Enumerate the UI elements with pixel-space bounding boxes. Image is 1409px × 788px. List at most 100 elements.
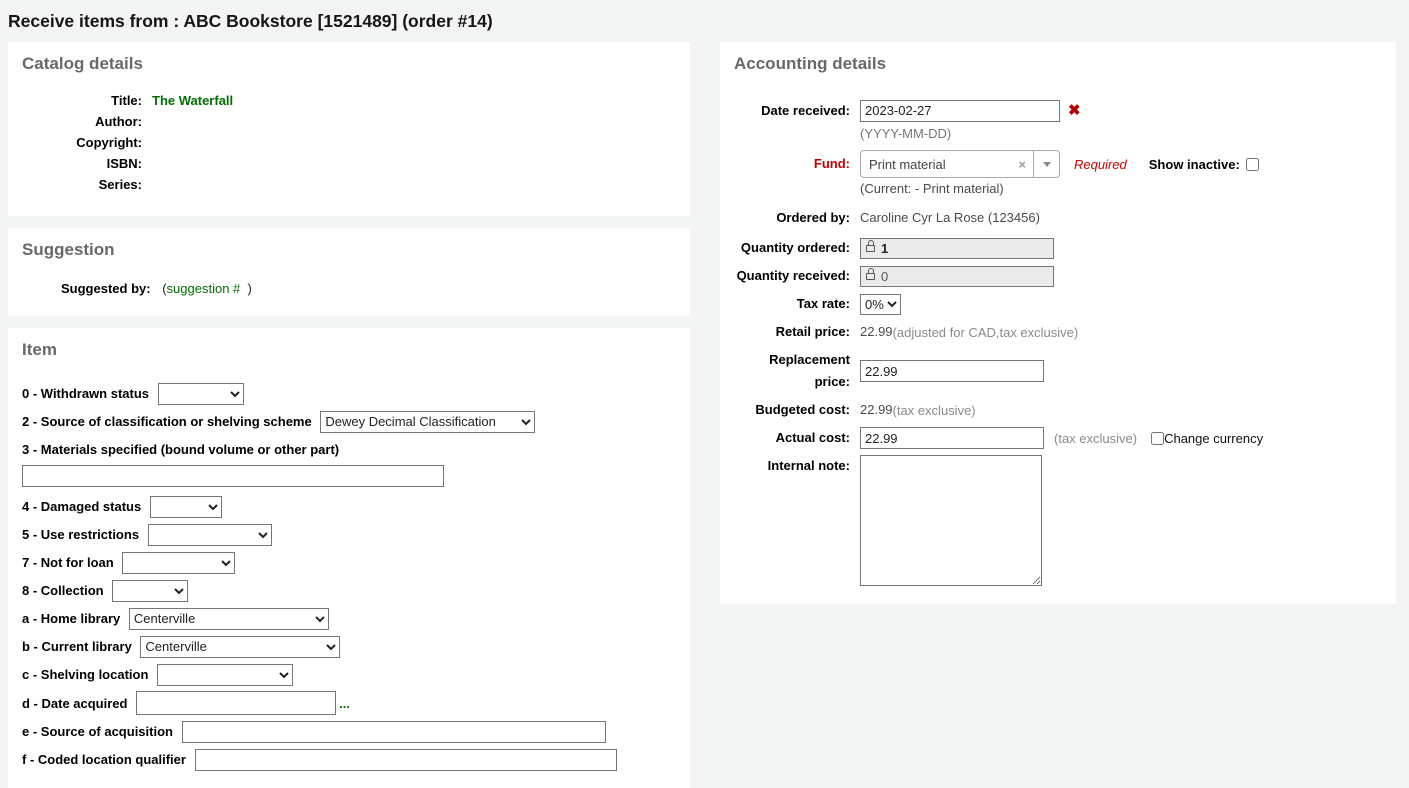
chevron-down-icon xyxy=(1043,162,1051,167)
item-row-current-library: b - Current library Centerville xyxy=(22,635,676,658)
home-library-select[interactable]: Centerville xyxy=(129,608,329,630)
series-label: Series: xyxy=(22,174,142,195)
item-row-source-acquisition: e - Source of acquisition xyxy=(22,720,676,743)
actual-cost-input[interactable] xyxy=(860,427,1044,449)
actual-cost-note: (tax exclusive) xyxy=(1054,431,1137,446)
catalog-row-author: Author: xyxy=(22,111,676,132)
item-row-damaged: 4 - Damaged status xyxy=(22,495,676,518)
source-of-acquisition-input[interactable] xyxy=(182,721,606,743)
fund-dropdown-arrow-box[interactable] xyxy=(1033,151,1059,177)
item-row-classification: 2 - Source of classification or shelving… xyxy=(22,410,676,433)
tax-rate-row: Tax rate: 0% xyxy=(734,293,1382,315)
fund-clear-icon[interactable]: × xyxy=(1011,157,1033,172)
item-row-shelving-location: c - Shelving location xyxy=(22,663,676,686)
ordered-by-label: Ordered by: xyxy=(734,207,850,229)
item-row-home-library: a - Home library Centerville xyxy=(22,607,676,630)
suggestion-heading: Suggestion xyxy=(22,240,676,260)
tax-rate-label: Tax rate: xyxy=(734,293,850,315)
main-columns: Catalog details Title: The Waterfall Aut… xyxy=(0,42,1409,788)
internal-note-label: Internal note: xyxy=(734,455,850,477)
item-row-withdrawn: 0 - Withdrawn status xyxy=(22,382,676,405)
actual-cost-label: Actual cost: xyxy=(734,427,850,449)
fund-row: Fund: Print material × Required Show ina… xyxy=(734,150,1382,178)
damaged-status-label: 4 - Damaged status xyxy=(22,499,141,514)
catalog-row-series: Series: xyxy=(22,174,676,195)
classification-select[interactable]: Dewey Decimal Classification xyxy=(320,411,535,433)
actual-cost-row: Actual cost: (tax exclusive) Change curr… xyxy=(734,427,1382,449)
collection-select[interactable] xyxy=(112,580,188,602)
item-row-coded-location: f - Coded location qualifier xyxy=(22,748,676,771)
suggested-by-label: Suggested by: xyxy=(61,281,151,296)
quantity-received-input: 0 xyxy=(860,266,1054,287)
fund-select[interactable]: Print material × xyxy=(860,150,1060,178)
coded-location-qualifier-label: f - Coded location qualifier xyxy=(22,752,186,767)
retail-price-label: Retail price: xyxy=(734,321,850,343)
catalog-rows: Title: The Waterfall Author: Copyright: … xyxy=(22,90,676,195)
retail-price-note: (adjusted for CAD,tax exclusive) xyxy=(893,325,1079,340)
replacement-price-input[interactable] xyxy=(860,360,1044,382)
right-column: Accounting details Date received: ✖ (YYY… xyxy=(720,42,1396,604)
catalog-row-copyright: Copyright: xyxy=(22,132,676,153)
budgeted-cost-label: Budgeted cost: xyxy=(734,399,850,421)
isbn-label: ISBN: xyxy=(22,153,142,174)
quantity-ordered-value: 1 xyxy=(881,241,888,256)
item-row-use-restrictions: 5 - Use restrictions xyxy=(22,523,676,546)
suggested-by-row: Suggested by: (suggestion # ) xyxy=(61,280,676,298)
materials-specified-input[interactable] xyxy=(22,465,444,487)
change-currency-checkbox[interactable] xyxy=(1151,432,1164,445)
ordered-by-value: Caroline Cyr La Rose (123456) xyxy=(860,207,1040,229)
author-label: Author: xyxy=(22,111,142,132)
not-for-loan-select[interactable] xyxy=(122,552,235,574)
fund-current-note: (Current: - Print material) xyxy=(860,180,1382,197)
suggestion-number-link[interactable]: suggestion # xyxy=(167,281,241,296)
title-link[interactable]: The Waterfall xyxy=(152,90,233,111)
date-received-input[interactable] xyxy=(860,100,1060,122)
tax-rate-select[interactable]: 0% xyxy=(860,294,901,315)
item-row-date-acquired: d - Date acquired ... xyxy=(22,691,676,715)
item-row-materials: 3 - Materials specified (bound volume or… xyxy=(22,438,676,487)
use-restrictions-label: 5 - Use restrictions xyxy=(22,527,139,542)
item-row-not-for-loan: 7 - Not for loan xyxy=(22,551,676,574)
suggestion-close-paren: ) xyxy=(248,281,252,296)
suggestion-panel: Suggestion Suggested by: (suggestion # ) xyxy=(8,228,690,316)
retail-price-value: 22.99 xyxy=(860,321,893,343)
withdrawn-status-select[interactable] xyxy=(158,383,244,405)
show-inactive-checkbox[interactable] xyxy=(1246,158,1259,171)
retail-price-row: Retail price: 22.99(adjusted for CAD,tax… xyxy=(734,321,1382,343)
coded-location-qualifier-input[interactable] xyxy=(195,749,617,771)
budgeted-cost-note: (tax exclusive) xyxy=(893,403,976,418)
left-column: Catalog details Title: The Waterfall Aut… xyxy=(8,42,690,788)
title-label: Title: xyxy=(22,90,142,111)
date-acquired-input[interactable] xyxy=(136,691,336,715)
date-format-hint: (YYYY-MM-DD) xyxy=(860,125,1382,142)
quantity-ordered-row: Quantity ordered: 1 xyxy=(734,237,1382,259)
lock-icon xyxy=(866,245,875,252)
show-inactive-label: Show inactive: xyxy=(1149,157,1240,172)
shelving-location-label: c - Shelving location xyxy=(22,667,148,682)
accounting-details-heading: Accounting details xyxy=(734,54,1382,74)
replacement-price-row: Replacement price: xyxy=(734,349,1382,393)
date-acquired-more-link[interactable]: ... xyxy=(339,696,350,711)
damaged-status-select[interactable] xyxy=(150,496,222,518)
required-note: Required xyxy=(1074,157,1127,172)
current-library-select[interactable]: Centerville xyxy=(140,636,340,658)
withdrawn-status-label: 0 - Withdrawn status xyxy=(22,386,149,401)
change-currency-label: Change currency xyxy=(1164,431,1263,446)
shelving-location-select[interactable] xyxy=(157,664,293,686)
quantity-ordered-input: 1 xyxy=(860,238,1054,259)
clear-date-icon[interactable]: ✖ xyxy=(1068,98,1081,123)
current-library-label: b - Current library xyxy=(22,639,132,654)
quantity-received-label: Quantity received: xyxy=(734,265,850,287)
fund-selected-value: Print material xyxy=(861,157,1011,172)
catalog-details-heading: Catalog details xyxy=(22,54,676,74)
page-title: Receive items from : ABC Bookstore [1521… xyxy=(8,11,1409,32)
materials-specified-label: 3 - Materials specified (bound volume or… xyxy=(22,442,339,457)
use-restrictions-select[interactable] xyxy=(148,524,272,546)
replacement-price-label: Replacement price: xyxy=(734,349,850,393)
catalog-row-isbn: ISBN: xyxy=(22,153,676,174)
ordered-by-row: Ordered by: Caroline Cyr La Rose (123456… xyxy=(734,207,1382,229)
internal-note-textarea[interactable] xyxy=(860,455,1042,586)
accounting-details-panel: Accounting details Date received: ✖ (YYY… xyxy=(720,42,1396,604)
item-rows: 0 - Withdrawn status 2 - Source of class… xyxy=(22,382,676,771)
date-received-label: Date received: xyxy=(734,100,850,122)
